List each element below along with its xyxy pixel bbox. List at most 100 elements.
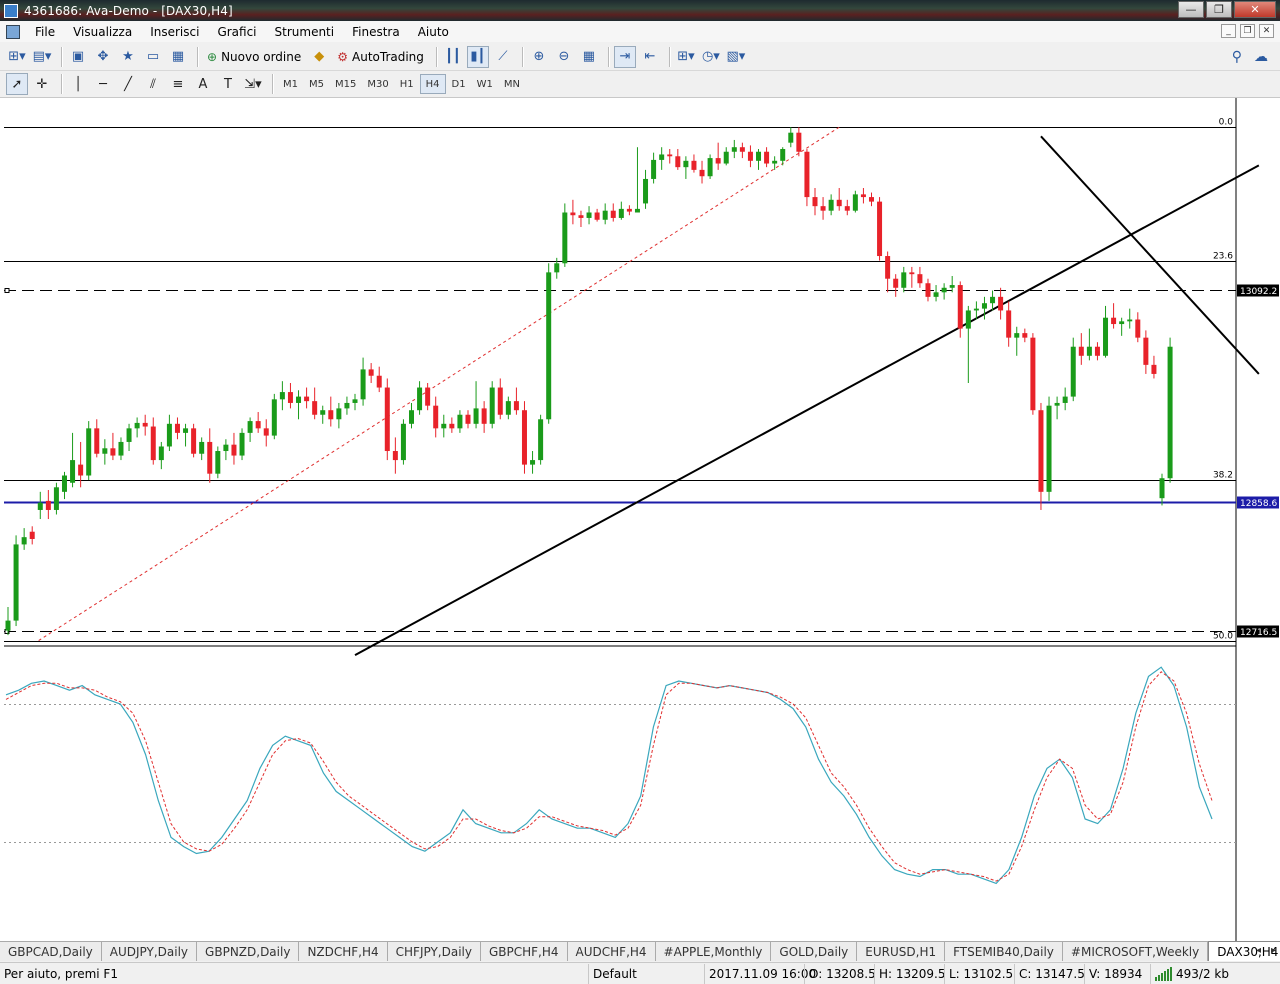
tab-gbpcad-daily[interactable]: GBPCAD,Daily bbox=[0, 942, 102, 961]
minimize-button[interactable]: — bbox=[1178, 1, 1204, 18]
candle-body bbox=[21, 537, 27, 545]
equidistant-channel-icon[interactable]: ⫽ bbox=[142, 73, 164, 95]
mdi-minimize-button[interactable]: _ bbox=[1221, 24, 1236, 38]
vertical-line-icon[interactable]: │ bbox=[67, 73, 89, 95]
indicators-icon[interactable]: ⊞▾ bbox=[675, 46, 697, 68]
menu-grafici[interactable]: Grafici bbox=[208, 25, 265, 39]
candle-body bbox=[747, 151, 753, 161]
candle-body bbox=[1127, 319, 1133, 322]
strategy-tester-icon[interactable]: ▦ bbox=[167, 46, 189, 68]
trendline-icon[interactable]: ╱ bbox=[117, 73, 139, 95]
templates-icon[interactable]: ▧▾ bbox=[725, 46, 747, 68]
menu-strumenti[interactable]: Strumenti bbox=[266, 25, 344, 39]
line-chart-icon[interactable]: ⟋ bbox=[492, 46, 514, 68]
menu-bar: File Visualizza Inserisci Grafici Strume… bbox=[0, 21, 1280, 42]
text-label-icon[interactable]: T bbox=[217, 73, 239, 95]
auto-scroll-icon[interactable]: ⇥ bbox=[613, 45, 636, 68]
chart-shift-icon[interactable]: ⇤ bbox=[639, 46, 661, 68]
search-icon[interactable]: ⚲ bbox=[1232, 49, 1242, 65]
cursor-icon[interactable]: ➚ bbox=[6, 73, 28, 95]
tab-eurusd-h1[interactable]: EURUSD,H1 bbox=[857, 942, 946, 961]
arrows-icon[interactable]: ⇲▾ bbox=[242, 73, 264, 95]
timeframe-m30[interactable]: M30 bbox=[362, 74, 393, 94]
status-connection[interactable]: 493/2 kb bbox=[1150, 963, 1280, 984]
metaeditor-icon[interactable]: ◆ bbox=[308, 46, 330, 68]
candle-body bbox=[1014, 333, 1020, 338]
market-watch-icon[interactable]: ▣ bbox=[67, 46, 89, 68]
navigator-icon[interactable]: ★ bbox=[117, 46, 139, 68]
fibonacci-icon[interactable]: ≡ bbox=[167, 73, 189, 95]
mdi-restore-button[interactable]: ❐ bbox=[1240, 24, 1255, 38]
timeframe-w1[interactable]: W1 bbox=[472, 74, 498, 94]
candle-body bbox=[296, 396, 302, 403]
tab-ftsemib40-daily[interactable]: FTSEMIB40,Daily bbox=[945, 942, 1063, 961]
data-window-icon[interactable]: ✥ bbox=[92, 46, 114, 68]
bar-chart-icon[interactable]: ┃┃ bbox=[442, 46, 464, 68]
tab-apple-monthly[interactable]: #APPLE,Monthly bbox=[655, 942, 772, 961]
tab-gold-daily[interactable]: GOLD,Daily bbox=[771, 942, 858, 961]
candle-body bbox=[449, 423, 455, 429]
new-order-label: Nuovo ordine bbox=[221, 49, 302, 64]
toolbar-separator bbox=[61, 46, 62, 67]
connection-bars-icon bbox=[1155, 966, 1172, 981]
text-icon[interactable]: A bbox=[192, 73, 214, 95]
candle-body bbox=[699, 169, 705, 177]
timeframe-m5[interactable]: M5 bbox=[304, 74, 329, 94]
fib-level-label: 50.0 bbox=[1213, 632, 1233, 642]
new-chart-icon[interactable]: ⊞▾ bbox=[6, 46, 28, 68]
autotrading-button[interactable]: ⚙ AutoTrading bbox=[333, 46, 428, 68]
status-profile: Default bbox=[588, 963, 704, 984]
menu-inserisci[interactable]: Inserisci bbox=[141, 25, 208, 39]
timeframe-mn[interactable]: MN bbox=[499, 74, 525, 94]
menu-file[interactable]: File bbox=[26, 25, 64, 39]
candle-body bbox=[610, 210, 616, 218]
candle-body bbox=[957, 285, 963, 329]
candle-body bbox=[780, 149, 786, 161]
price-chart[interactable]: 0.0 23.6 38.2 50.0 13092.2 12858.6 12716.5 bbox=[0, 98, 1280, 941]
tab-gbpnzd-daily[interactable]: GBPNZD,Daily bbox=[197, 942, 300, 961]
periods-icon[interactable]: ◷▾ bbox=[700, 46, 722, 68]
tab-scroll-right-icon[interactable]: ▸ bbox=[1271, 945, 1276, 956]
candle-body bbox=[812, 197, 818, 207]
tab-gbpchf-h4[interactable]: GBPCHF,H4 bbox=[480, 942, 568, 961]
restore-button[interactable]: ❐ bbox=[1206, 1, 1232, 18]
terminal-icon[interactable]: ▭ bbox=[142, 46, 164, 68]
timeframe-d1[interactable]: D1 bbox=[447, 74, 471, 94]
timeframe-m1[interactable]: M1 bbox=[278, 74, 303, 94]
candle-body bbox=[328, 410, 334, 420]
candle-body bbox=[247, 421, 253, 433]
tab-audchf-h4[interactable]: AUDCHF,H4 bbox=[567, 942, 656, 961]
candle-body bbox=[150, 426, 156, 461]
chart-window-icon[interactable] bbox=[6, 24, 20, 39]
candle-body bbox=[457, 414, 463, 429]
horizontal-line-icon[interactable]: ─ bbox=[92, 73, 114, 95]
candle-body bbox=[877, 201, 883, 257]
tab-scroll-left-icon[interactable]: ◂ bbox=[1256, 945, 1261, 956]
candle-body bbox=[1070, 346, 1076, 397]
menu-aiuto[interactable]: Aiuto bbox=[409, 25, 458, 39]
crosshair-icon[interactable]: ✛ bbox=[31, 73, 53, 95]
menu-finestra[interactable]: Finestra bbox=[343, 25, 409, 39]
tab-chfjpy-daily[interactable]: CHFJPY,Daily bbox=[387, 942, 481, 961]
candle-body bbox=[1167, 346, 1173, 479]
zoom-out-icon[interactable]: ⊖ bbox=[553, 46, 575, 68]
profiles-icon[interactable]: ▤▾ bbox=[31, 46, 53, 68]
candle-body bbox=[651, 159, 657, 179]
candlestick-chart-icon[interactable]: ▮┃ bbox=[466, 45, 489, 68]
zoom-in-icon[interactable]: ⊕ bbox=[528, 46, 550, 68]
menu-visualizza[interactable]: Visualizza bbox=[64, 25, 141, 39]
candle-body bbox=[885, 256, 891, 279]
chat-icon[interactable]: ☁ bbox=[1254, 49, 1268, 65]
timeframe-h1[interactable]: H1 bbox=[395, 74, 419, 94]
tab-microsoft-weekly[interactable]: #MICROSOFT,Weekly bbox=[1062, 942, 1209, 961]
autotrading-label: AutoTrading bbox=[352, 49, 424, 64]
timeframe-h4[interactable]: H4 bbox=[419, 74, 446, 94]
tab-audjpy-daily[interactable]: AUDJPY,Daily bbox=[101, 942, 198, 961]
timeframe-m15[interactable]: M15 bbox=[330, 74, 361, 94]
new-order-button[interactable]: ⊕ Nuovo ordine bbox=[203, 46, 305, 68]
tab-nzdchf-h4[interactable]: NZDCHF,H4 bbox=[299, 942, 388, 961]
tile-windows-icon[interactable]: ▦ bbox=[578, 46, 600, 68]
candle-body bbox=[723, 151, 729, 164]
close-button[interactable]: ✕ bbox=[1234, 1, 1276, 18]
mdi-close-button[interactable]: ✕ bbox=[1259, 24, 1274, 38]
